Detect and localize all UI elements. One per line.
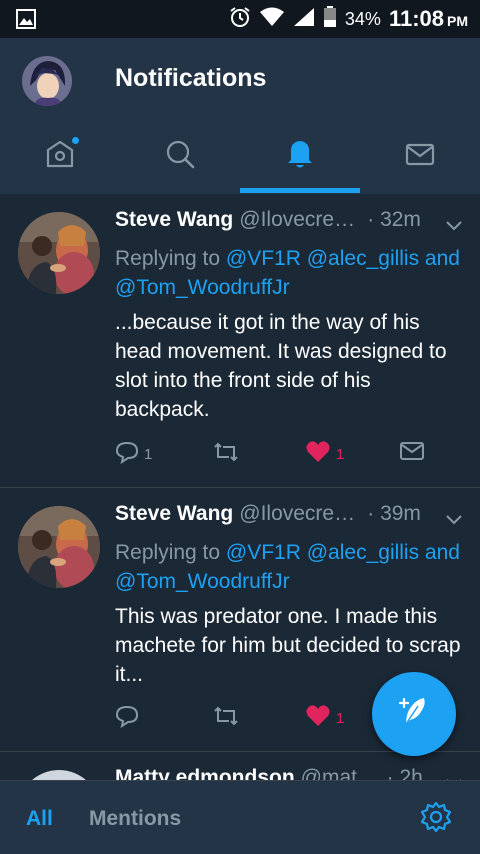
home-icon bbox=[44, 135, 80, 175]
like-button[interactable]: 1 bbox=[305, 704, 344, 732]
replying-prefix: Replying to bbox=[115, 541, 221, 564]
alarm-icon bbox=[229, 6, 251, 33]
heart-icon bbox=[305, 440, 331, 468]
tweet-card[interactable]: Steve Wang @Ilovecrea... · 32m Replying … bbox=[0, 194, 480, 488]
like-count: 1 bbox=[336, 709, 345, 727]
tweet-time: · 39m bbox=[367, 502, 421, 525]
gallery-icon bbox=[16, 9, 36, 34]
replying-prefix: Replying to bbox=[115, 247, 221, 270]
search-icon bbox=[164, 138, 196, 175]
author-name[interactable]: Matty edmondson bbox=[115, 766, 295, 780]
home-notification-dot bbox=[71, 135, 80, 145]
reply-icon bbox=[115, 704, 139, 732]
tweet-header: Matty edmondson @matty... · 2h bbox=[115, 766, 465, 780]
retweet-button[interactable] bbox=[213, 704, 239, 732]
page-title: Notifications bbox=[115, 64, 267, 92]
user-avatar[interactable] bbox=[18, 506, 100, 588]
author-name[interactable]: Steve Wang bbox=[115, 208, 233, 232]
compose-quill-icon bbox=[394, 692, 434, 737]
author-name[interactable]: Steve Wang bbox=[115, 502, 233, 526]
mail-icon bbox=[404, 138, 436, 175]
battery-percent: 34% bbox=[344, 8, 381, 29]
status-bar: 34% 11:08 PM bbox=[0, 0, 480, 38]
tab-search[interactable] bbox=[120, 120, 240, 192]
battery-icon bbox=[323, 5, 337, 33]
author-handle[interactable]: @Ilovecrea... bbox=[239, 502, 361, 526]
active-tab-indicator bbox=[240, 188, 360, 193]
signal-icon bbox=[293, 7, 315, 32]
retweet-icon bbox=[213, 440, 239, 468]
gear-icon[interactable] bbox=[420, 801, 452, 838]
tab-notifications[interactable] bbox=[240, 120, 360, 192]
like-button[interactable]: 1 bbox=[305, 440, 344, 468]
tweet-time: · 2h bbox=[386, 766, 423, 780]
wifi-icon bbox=[259, 7, 285, 32]
chevron-down-icon[interactable] bbox=[446, 512, 462, 530]
bell-icon bbox=[284, 138, 316, 175]
filter-mentions-tab[interactable]: Mentions bbox=[89, 807, 181, 831]
tweet-text: ...because it got in the way of his head… bbox=[115, 311, 447, 421]
tweet-header: Steve Wang @Ilovecrea... · 32m bbox=[115, 208, 465, 242]
clock-time: 11:08 bbox=[388, 6, 444, 31]
like-count: 1 bbox=[336, 445, 345, 463]
heart-icon bbox=[305, 704, 331, 732]
retweet-button[interactable] bbox=[213, 440, 239, 468]
compose-tweet-button[interactable] bbox=[372, 672, 456, 756]
filter-all-tab[interactable]: All bbox=[26, 807, 53, 831]
tab-home[interactable] bbox=[0, 120, 120, 192]
dm-share-button[interactable] bbox=[399, 440, 425, 466]
top-tabs bbox=[0, 120, 480, 192]
reply-icon bbox=[115, 440, 139, 468]
retweet-icon bbox=[213, 704, 239, 732]
replying-to: Replying to @VF1R @alec_gillis and @Tom_… bbox=[115, 538, 467, 596]
mail-icon bbox=[399, 440, 425, 466]
author-handle[interactable]: @Ilovecrea... bbox=[239, 208, 361, 232]
chevron-down-icon[interactable] bbox=[446, 218, 462, 236]
tweet-time: · 32m bbox=[367, 208, 421, 231]
reply-button[interactable]: 1 bbox=[115, 440, 152, 468]
tweet-card[interactable]: Matty edmondson @matty... · 2h bbox=[0, 752, 480, 780]
tweet-header: Steve Wang @Ilovecrea... · 39m bbox=[115, 502, 465, 536]
profile-avatar[interactable] bbox=[22, 56, 72, 106]
user-avatar[interactable] bbox=[18, 770, 100, 780]
replying-to: Replying to @VF1R @alec_gillis and @Tom_… bbox=[115, 244, 467, 302]
bottom-filter-bar: All Mentions bbox=[0, 780, 480, 854]
tweet-actions: 1 1 bbox=[115, 440, 455, 470]
author-handle[interactable]: @matty... bbox=[301, 766, 381, 780]
clock-ampm: PM bbox=[447, 13, 468, 29]
tab-messages[interactable] bbox=[360, 120, 480, 192]
reply-button[interactable] bbox=[115, 704, 144, 732]
user-avatar[interactable] bbox=[18, 212, 100, 294]
reply-count: 1 bbox=[144, 445, 153, 463]
